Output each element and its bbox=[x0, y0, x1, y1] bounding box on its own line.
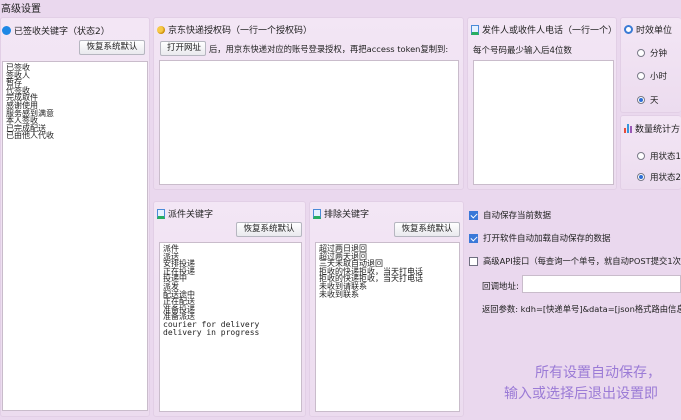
radio-icon bbox=[637, 72, 645, 80]
radio-icon bbox=[637, 49, 645, 57]
phone-textarea[interactable] bbox=[473, 60, 614, 185]
auto-save-checkbox[interactable]: 自动保存当前数据 bbox=[469, 209, 551, 221]
signed-keywords-textarea[interactable]: 已签收 签收人 暂存 代签收 完成取件 感谢使用 服务感到满意 本人签收 已完成… bbox=[2, 61, 148, 411]
checkbox-checked-icon bbox=[469, 210, 478, 220]
exclude-reset-button[interactable]: 恢复系统默认 bbox=[394, 222, 460, 237]
auto-load-checkbox[interactable]: 打开软件自动加载自动保存的数据 bbox=[469, 232, 611, 244]
bar-chart-icon bbox=[624, 124, 632, 133]
stats-title: 数量统计方 bbox=[635, 125, 681, 135]
time-unit-title: 时效单位 bbox=[636, 26, 673, 36]
api-checkbox[interactable]: 高级API接口（每查询一个单号，就自动POST提交1次到 bbox=[469, 255, 681, 267]
phone-title: 发件人或收件人电话（一行一个） bbox=[482, 26, 618, 36]
jd-auth-header: 京东快递授权码（一行一个授权码） bbox=[157, 23, 312, 36]
document-icon bbox=[157, 208, 165, 219]
signed-keywords-title: 已签收关键字（状态2） bbox=[14, 27, 110, 37]
footer-notice-line2: 输入或选择后退出设置即 bbox=[504, 386, 658, 402]
footer-notice-line1: 所有设置自动保存， bbox=[535, 365, 661, 381]
checkbox-checked-icon bbox=[469, 233, 478, 243]
exclude-header: 排除关键字 bbox=[313, 207, 369, 220]
stats-option-1[interactable]: 用状态1 bbox=[637, 150, 681, 162]
document-icon bbox=[313, 208, 321, 219]
list-item: 签收人 bbox=[6, 70, 30, 80]
radio-selected-icon bbox=[637, 173, 645, 181]
signed-keywords-header: 已签收关键字（状态2） bbox=[2, 24, 110, 37]
signed-keywords-panel: 已签收关键字（状态2） 恢复系统默认 已签收 签收人 暂存 代签收 完成取件 感… bbox=[0, 17, 150, 417]
callback-input[interactable] bbox=[522, 275, 681, 293]
dispatch-keywords-textarea[interactable]: 派件 派送 安排投递 正在投递 投递中 派发 配送途中 正在配送 准备投递 准备… bbox=[159, 242, 302, 412]
jd-auth-panel: 京东快递授权码（一行一个授权码） 打开网址 后，用京东快递对应的账号登录授权，再… bbox=[153, 17, 464, 190]
jd-auth-title: 京东快递授权码（一行一个授权码） bbox=[168, 26, 313, 36]
exclude-keywords-textarea[interactable]: 超过两日退回 超过两天退回 三天未取自动退回 拒收的快递拒收，当天打电话 拒收的… bbox=[315, 242, 460, 412]
callback-label: 回调地址: bbox=[482, 282, 519, 292]
return-params: 返回参数: kdh=[快递单号]&data=[json格式路由信息 bbox=[482, 304, 681, 314]
exclude-title: 排除关键字 bbox=[324, 210, 370, 220]
jd-auth-textarea[interactable] bbox=[159, 60, 459, 185]
dispatch-keywords-panel: 派件关键字 恢复系统默认 派件 派送 安排投递 正在投递 投递中 派发 配送途中… bbox=[153, 201, 306, 417]
time-unit-minute[interactable]: 分钟 bbox=[637, 47, 667, 59]
list-item: 派件 bbox=[163, 244, 179, 253]
key-icon bbox=[157, 25, 165, 34]
jd-auth-hint: 后，用京东快递对应的账号登录授权，再把access token复制到: bbox=[209, 44, 449, 54]
dispatch-header: 派件关键字 bbox=[157, 207, 213, 220]
time-unit-day[interactable]: 天 bbox=[637, 94, 659, 106]
time-unit-hour[interactable]: 小时 bbox=[637, 70, 667, 82]
list-item: 已由他人代收 bbox=[6, 131, 54, 141]
list-item: 未收到联系 bbox=[319, 289, 359, 299]
stats-panel: 数量统计方 用状态1 用状态2 bbox=[620, 115, 681, 190]
window-title: 高级设置 bbox=[1, 4, 41, 15]
phone-header: 发件人或收件人电话（一行一个） bbox=[471, 23, 617, 36]
time-unit-header: 时效单位 bbox=[624, 23, 672, 36]
list-item: delivery in progress bbox=[163, 327, 260, 337]
phone-hint: 每个号码最少输入后4位数 bbox=[473, 46, 572, 56]
time-unit-panel: 时效单位 分钟 小时 天 bbox=[620, 17, 681, 113]
dispatch-reset-button[interactable]: 恢复系统默认 bbox=[236, 222, 302, 237]
person-icon bbox=[2, 26, 11, 35]
radio-selected-icon bbox=[637, 96, 645, 104]
exclude-keywords-panel: 排除关键字 恢复系统默认 超过两日退回 超过两天退回 三天未取自动退回 拒收的快… bbox=[309, 201, 464, 417]
dispatch-title: 派件关键字 bbox=[168, 210, 214, 220]
phone-panel: 发件人或收件人电话（一行一个） 每个号码最少输入后4位数 bbox=[467, 17, 617, 190]
stats-header: 数量统计方 bbox=[624, 122, 680, 135]
radio-icon bbox=[637, 152, 645, 160]
stats-option-2[interactable]: 用状态2 bbox=[637, 171, 681, 183]
clock-icon bbox=[624, 25, 633, 34]
list-item: 投递中 bbox=[163, 274, 187, 284]
signed-reset-button[interactable]: 恢复系统默认 bbox=[79, 40, 145, 55]
document-icon bbox=[471, 24, 479, 35]
open-url-button[interactable]: 打开网址 bbox=[160, 41, 206, 56]
checkbox-icon bbox=[469, 256, 478, 266]
